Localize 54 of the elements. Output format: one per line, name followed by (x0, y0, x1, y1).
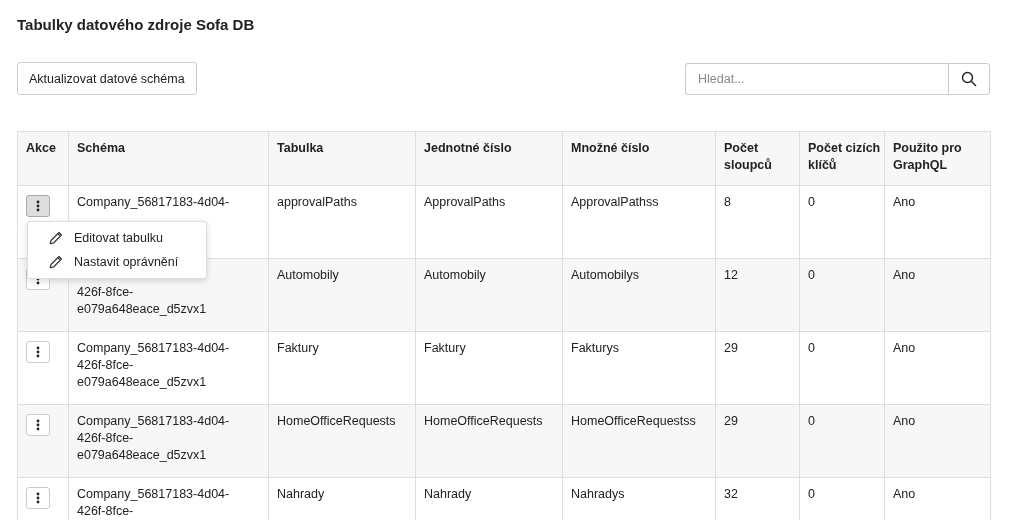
more-icon (36, 200, 40, 212)
row-actions-button[interactable] (26, 341, 50, 363)
table-cell-text: Company_56817183-4d04-426f-8fce-e079a648eace_d5zvx1 (77, 413, 231, 464)
table-cell: Faktury (415, 331, 563, 405)
table-cell: Faktury (268, 331, 416, 405)
table-cell: HomeOfficeRequestss (562, 404, 716, 478)
table-cell: Ano (884, 331, 991, 405)
table-cell: ApprovalPaths (415, 185, 563, 259)
page-title: Tabulky datového zdroje Sofa DB (17, 16, 256, 34)
more-icon (36, 492, 40, 504)
column-header: Jednotné číslo (415, 131, 563, 186)
search-button[interactable] (948, 62, 990, 95)
table-cell: 0 (799, 185, 885, 259)
pencil-icon (48, 230, 64, 246)
table-cell: Fakturys (562, 331, 716, 405)
table-cell: 0 (799, 404, 885, 478)
table-cell-text: Company_56817183-4d04- (77, 194, 231, 211)
column-header: Použito pro GraphQL (884, 131, 991, 186)
table-cell: 0 (799, 331, 885, 405)
table-cell-text: Company_56817183-4d04-426f-8fce-e079a648eace_d5zvx1 (77, 340, 231, 391)
table-cell: Automobily (268, 258, 416, 332)
column-header: Počet sloupců (715, 131, 800, 186)
table-cell: Ano (884, 185, 991, 259)
pencil-icon (48, 254, 64, 270)
row-actions-button[interactable] (26, 195, 50, 217)
table-cell: ApprovalPathss (562, 185, 716, 259)
column-header: Počet cizích klíčů (799, 131, 885, 186)
table-cell: 29 (715, 404, 800, 478)
table-cell: HomeOfficeRequests (415, 404, 563, 478)
column-header: Množné číslo (562, 131, 716, 186)
table-cell-text: 426f-8fce-e079a648eace_d5zvx1 (77, 284, 208, 318)
menu-item[interactable]: Nastavit oprávnění (28, 250, 206, 274)
table-cell: Automobilys (562, 258, 716, 332)
column-header: Schéma (68, 131, 269, 186)
row-actions-button[interactable] (26, 414, 50, 436)
table-cell-text: Company_56817183-4d04-426f-8fce- (77, 486, 231, 520)
column-header: Tabulka (268, 131, 416, 186)
more-icon (36, 419, 40, 431)
table-cell: Ano (884, 258, 991, 332)
menu-item[interactable]: Editovat tabulku (28, 226, 206, 250)
table-cell: 12 (715, 258, 800, 332)
table-cell: HomeOfficeRequests (268, 404, 416, 478)
table-cell: approvalPaths (268, 185, 416, 259)
search-icon (961, 70, 977, 87)
row-actions-button[interactable] (26, 487, 50, 509)
table-cell: 8 (715, 185, 800, 259)
more-icon (36, 346, 40, 358)
table-cell: Ano (884, 404, 991, 478)
table-cell: Automobily (415, 258, 563, 332)
refresh-schema-button[interactable]: Aktualizovat datové schéma (17, 62, 197, 95)
column-header: Akce (17, 131, 69, 186)
table-cell: 0 (799, 258, 885, 332)
table-cell: 29 (715, 331, 800, 405)
search-field[interactable]: Hledat... (685, 62, 948, 95)
